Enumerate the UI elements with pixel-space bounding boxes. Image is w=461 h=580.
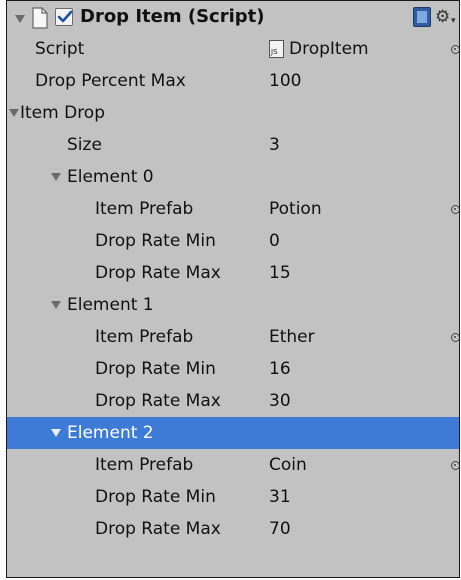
property-label: Item Drop (20, 103, 105, 123)
array-element-header-selected[interactable]: Element 2 (7, 417, 459, 449)
element-label: Element 0 (67, 167, 154, 187)
array-size-field[interactable]: 3 (269, 129, 280, 161)
property-label: Drop Rate Min (95, 359, 216, 379)
property-row-drop-rate-min[interactable]: Drop Rate Min 0 (7, 225, 459, 257)
element-label: Element 1 (67, 295, 154, 315)
object-picker-icon[interactable] (449, 321, 459, 353)
array-element-header[interactable]: Element 1 (7, 289, 459, 321)
property-row-drop-percent-max[interactable]: Drop Percent Max 100 (7, 65, 459, 97)
property-row-item-drop[interactable]: Item Drop (7, 97, 459, 129)
property-row-size[interactable]: Size 3 (7, 129, 459, 161)
drop-rate-max-field[interactable]: 70 (269, 513, 291, 545)
property-label: Item Prefab (95, 327, 194, 347)
help-book-icon[interactable] (413, 7, 431, 27)
drop-rate-max-field[interactable]: 15 (269, 257, 291, 289)
property-label: Size (67, 135, 102, 155)
array-element-header[interactable]: Element 0 (7, 161, 459, 193)
foldout-triangle-icon[interactable] (15, 15, 25, 23)
property-label: Drop Rate Min (95, 487, 216, 507)
property-label: Script (35, 39, 85, 59)
object-picker-icon[interactable] (449, 449, 459, 481)
item-prefab-field[interactable]: Ether (269, 321, 315, 353)
drop-rate-min-field[interactable]: 0 (269, 225, 280, 257)
property-row-item-prefab[interactable]: Item Prefab Ether (7, 321, 459, 353)
drop-rate-max-field[interactable]: 30 (269, 385, 291, 417)
component-title: Drop Item (Script) (80, 6, 265, 27)
property-row-script[interactable]: Script JS DropItem (7, 33, 459, 65)
property-row-drop-rate-max[interactable]: Drop Rate Max 70 (7, 513, 459, 545)
property-label: Drop Rate Max (95, 263, 221, 283)
property-label: Item Prefab (95, 455, 194, 475)
property-row-drop-rate-min[interactable]: Drop Rate Min 31 (7, 481, 459, 513)
checkmark-icon (57, 10, 73, 23)
js-script-icon: JS (269, 40, 284, 58)
document-icon (32, 7, 48, 29)
object-picker-icon[interactable] (449, 33, 459, 65)
foldout-triangle-icon[interactable] (49, 417, 63, 449)
inspector-component-panel: Drop Item (Script) ⚙ ▾ Script JS DropItem… (6, 0, 460, 578)
property-row-item-prefab[interactable]: Item Prefab Coin (7, 449, 459, 481)
property-row-item-prefab[interactable]: Item Prefab Potion (7, 193, 459, 225)
gear-dropdown-caret-icon: ▾ (451, 16, 456, 26)
item-prefab-field[interactable]: Potion (269, 193, 322, 225)
property-row-drop-rate-max[interactable]: Drop Rate Max 15 (7, 257, 459, 289)
drop-rate-min-field[interactable]: 16 (269, 353, 291, 385)
enabled-checkbox[interactable] (55, 8, 73, 26)
drop-percent-max-field[interactable]: 100 (269, 65, 301, 97)
foldout-triangle-icon[interactable] (49, 289, 63, 321)
property-row-drop-rate-min[interactable]: Drop Rate Min 16 (7, 353, 459, 385)
property-label: Drop Percent Max (35, 71, 186, 91)
property-label: Drop Rate Max (95, 519, 221, 539)
script-field-value: DropItem (289, 39, 369, 59)
drop-rate-min-field[interactable]: 31 (269, 481, 291, 513)
foldout-triangle-icon[interactable] (49, 161, 63, 193)
property-label: Item Prefab (95, 199, 194, 219)
gear-icon[interactable]: ⚙ ▾ (435, 5, 459, 29)
js-script-icon-text: JS (271, 48, 278, 56)
element-label: Element 2 (67, 423, 154, 443)
foldout-triangle-icon[interactable] (7, 97, 21, 129)
property-label: Drop Rate Max (95, 391, 221, 411)
item-prefab-field[interactable]: Coin (269, 449, 307, 481)
property-row-drop-rate-max[interactable]: Drop Rate Max 30 (7, 385, 459, 417)
object-picker-icon[interactable] (449, 193, 459, 225)
property-label: Drop Rate Min (95, 231, 216, 251)
